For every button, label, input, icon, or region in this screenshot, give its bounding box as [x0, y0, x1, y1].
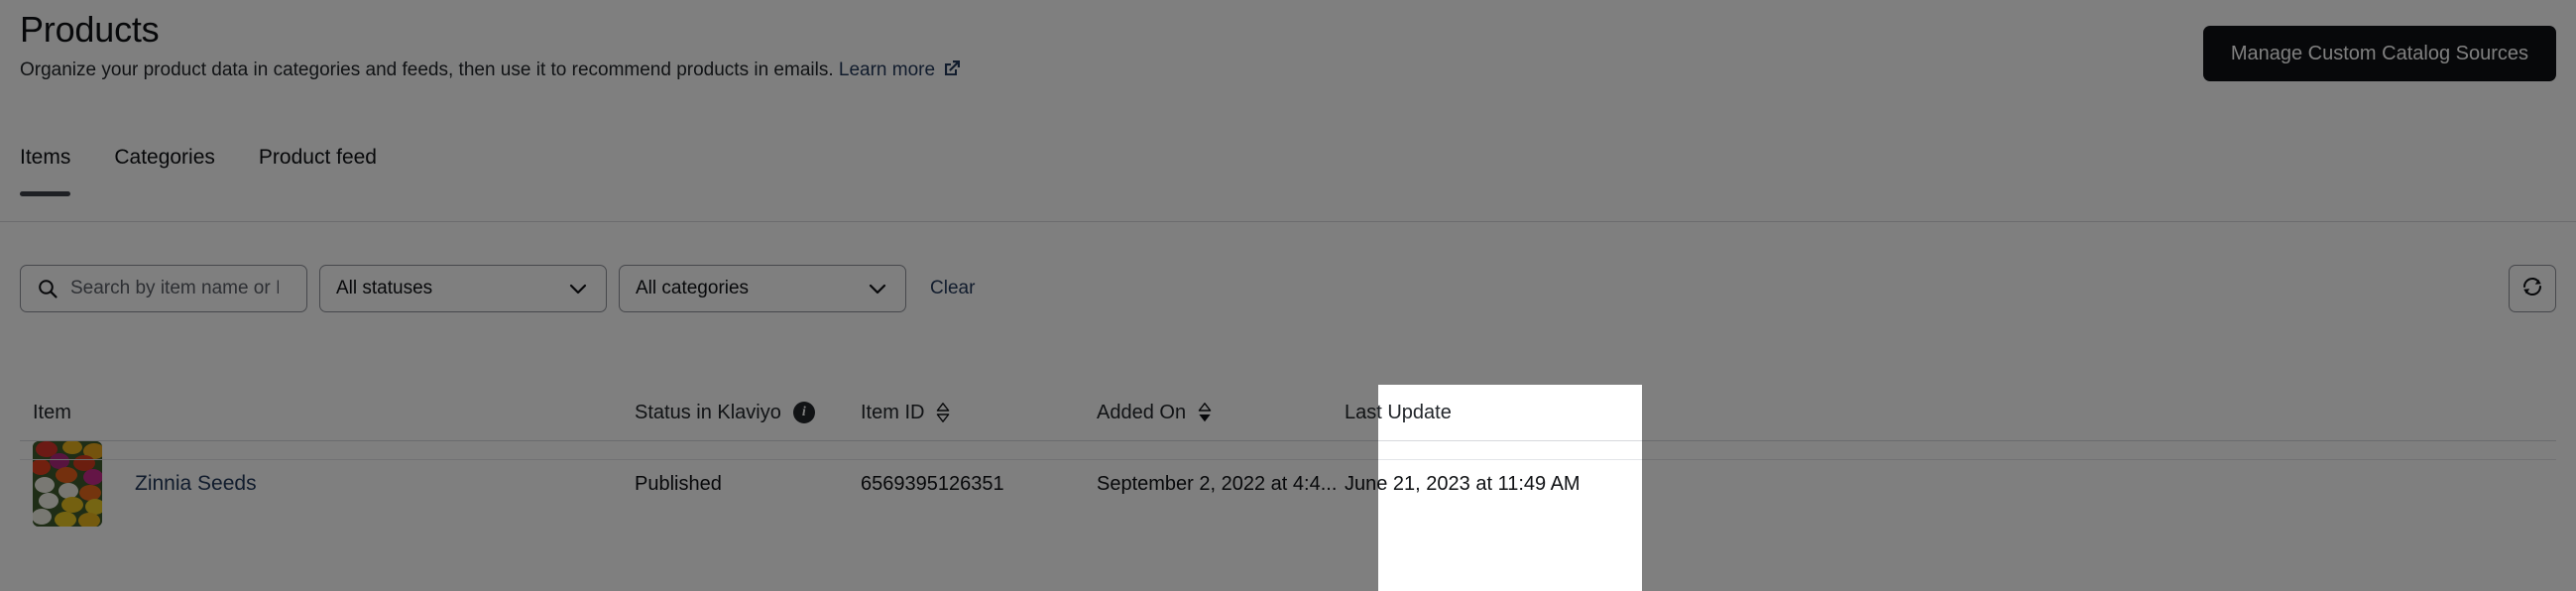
external-link-icon — [942, 59, 962, 86]
product-thumbnail — [33, 441, 102, 527]
search-icon — [37, 278, 59, 299]
column-header-status-label: Status in Klaviyo — [635, 401, 781, 423]
learn-more-label: Learn more — [838, 59, 936, 80]
table-header-row: Item Status in Klaviyo i Item ID Added O… — [20, 385, 2556, 441]
cell-item-id: 6569395126351 — [861, 472, 1004, 495]
cell-item: Zinnia Seeds — [20, 441, 635, 527]
column-header-last-update-label: Last Update — [1345, 401, 1452, 423]
column-header-item-label: Item — [33, 401, 71, 423]
column-header-item: Item — [20, 402, 635, 424]
search-input[interactable] — [68, 277, 281, 300]
page-header: Products Organize your product data in c… — [20, 8, 2556, 86]
category-filter-select[interactable]: All categories — [619, 265, 906, 312]
cell-added-on: September 2, 2022 at 4:4... — [1097, 472, 1338, 495]
column-header-item-id-label: Item ID — [861, 401, 925, 423]
sort-icon[interactable] — [936, 403, 950, 422]
table-row[interactable]: Zinnia Seeds Published 6569395126351 Sep… — [20, 441, 2556, 527]
column-header-status: Status in Klaviyo i — [635, 402, 833, 424]
column-header-last-update: Last Update — [1345, 402, 1741, 424]
products-table: Item Status in Klaviyo i Item ID Added O… — [20, 385, 2556, 527]
column-header-added-on-label: Added On — [1097, 401, 1187, 423]
chevron-down-icon — [566, 277, 590, 300]
sort-icon-descending[interactable] — [1198, 403, 1212, 422]
column-header-added-on[interactable]: Added On — [1097, 402, 1345, 424]
clear-filters-link[interactable]: Clear — [930, 278, 975, 299]
tab-product-feed[interactable]: Product feed — [259, 145, 377, 196]
cell-last-update: June 21, 2023 at 11:49 AM — [1345, 472, 1581, 495]
filter-bar: All statuses All categories Clear — [20, 265, 2556, 312]
status-filter-value: All statuses — [336, 278, 433, 298]
tabs-divider — [0, 221, 2576, 222]
tabs: Items Categories Product feed — [20, 145, 377, 196]
status-filter-select[interactable]: All statuses — [319, 265, 607, 312]
refresh-icon — [2519, 274, 2545, 304]
category-filter-value: All categories — [636, 278, 750, 298]
learn-more-link[interactable]: Learn more — [839, 59, 935, 80]
info-icon[interactable]: i — [792, 402, 815, 423]
tab-categories[interactable]: Categories — [114, 145, 215, 196]
page-subtitle: Organize your product data in categories… — [20, 58, 2556, 86]
refresh-button[interactable] — [2509, 265, 2556, 312]
page-subtitle-text: Organize your product data in categories… — [20, 59, 834, 80]
table-row-divider — [20, 459, 2556, 460]
column-header-item-id[interactable]: Item ID — [833, 402, 1097, 424]
cell-status: Published — [635, 472, 722, 495]
item-name-link[interactable]: Zinnia Seeds — [135, 472, 257, 496]
page-title: Products — [20, 9, 160, 50]
chevron-down-icon — [866, 277, 889, 300]
search-box[interactable] — [20, 265, 307, 312]
page-content: Products Organize your product data in c… — [0, 0, 2576, 591]
products-page: Products Organize your product data in c… — [0, 0, 2576, 591]
tab-items[interactable]: Items — [20, 145, 71, 196]
manage-custom-catalog-sources-button[interactable]: Manage Custom Catalog Sources — [2202, 26, 2556, 81]
